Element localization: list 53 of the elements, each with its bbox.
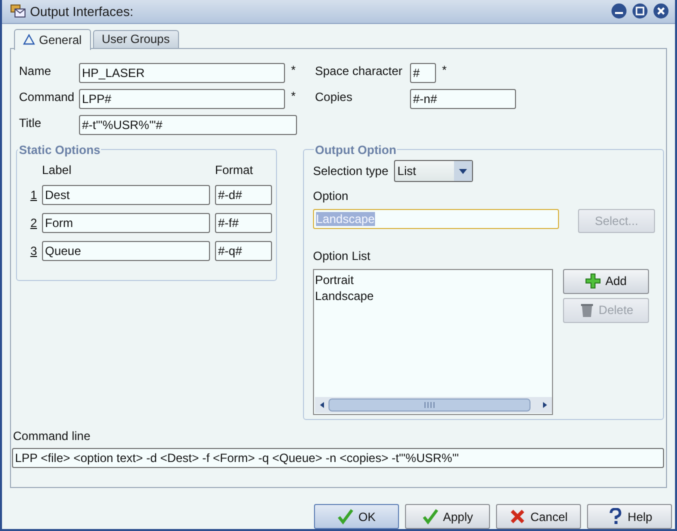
field-label: Title: [19, 114, 42, 130]
required-mark: *: [290, 88, 297, 103]
text-field[interactable]: Dest: [42, 184, 210, 205]
dropdown[interactable]: List: [394, 160, 474, 182]
field-label: Command: [19, 88, 76, 104]
question-mark-icon: [606, 508, 624, 525]
group-title: Output Option: [314, 142, 398, 157]
row-number: 2: [29, 216, 37, 230]
column-header: Label: [42, 162, 72, 177]
text-field[interactable]: Queue: [42, 240, 210, 261]
row-number: 3: [29, 244, 37, 258]
tab[interactable]: User Groups: [92, 30, 179, 48]
column-header: Format: [215, 162, 254, 177]
text-field[interactable]: HP_LASER: [79, 62, 285, 83]
text-field[interactable]: Form: [42, 212, 210, 233]
required-mark: *: [441, 62, 447, 77]
trash-icon: [578, 302, 595, 318]
dialog-button[interactable]: Help: [587, 504, 672, 529]
field-label: Space character: [315, 62, 404, 78]
dialog-button[interactable]: Cancel: [496, 504, 581, 529]
close-button[interactable]: [653, 3, 669, 20]
command-line-field[interactable]: LPP <file> <option text> -d <Dest> -f <Form> -q <Queue> -n <copies> -t"'%USR%'": [12, 448, 664, 468]
plus-icon: [585, 273, 602, 290]
dialog-button[interactable]: Apply: [405, 504, 490, 529]
field-label: Selection type: [313, 164, 388, 178]
minimize-button[interactable]: [611, 3, 627, 20]
list-item[interactable]: Landscape: [315, 288, 551, 304]
required-mark: *: [290, 62, 297, 77]
check-icon: [422, 508, 439, 525]
field-label: Copies: [315, 88, 354, 104]
text-field[interactable]: #: [410, 62, 436, 83]
cross-icon: [509, 508, 526, 525]
triangle-icon: [23, 34, 35, 46]
field-label: Option: [313, 188, 350, 203]
window-title: Output Interfaces:: [30, 4, 134, 19]
field-label: Name: [19, 62, 52, 78]
field-label: Option List: [313, 248, 372, 263]
envelope-icon: [10, 4, 26, 18]
check-icon: [337, 508, 354, 525]
row-number: 1: [29, 188, 37, 202]
text-field[interactable]: #-d#: [215, 184, 272, 205]
dialog-button[interactable]: OK: [314, 504, 399, 529]
text-field[interactable]: LPP#: [79, 88, 285, 109]
list-item[interactable]: Portrait: [315, 272, 551, 288]
text-field[interactable]: #-n#: [410, 88, 516, 109]
add-button[interactable]: Add: [563, 268, 649, 294]
text-field[interactable]: #-q#: [215, 240, 272, 261]
text-field[interactable]: #-f#: [215, 212, 272, 233]
field-label: Command line: [12, 428, 92, 443]
tab[interactable]: General: [14, 28, 91, 50]
text-field[interactable]: #-t"'%USR%'"#: [79, 114, 297, 135]
maximize-button[interactable]: [632, 3, 648, 20]
group-title: Static Options: [18, 142, 102, 157]
